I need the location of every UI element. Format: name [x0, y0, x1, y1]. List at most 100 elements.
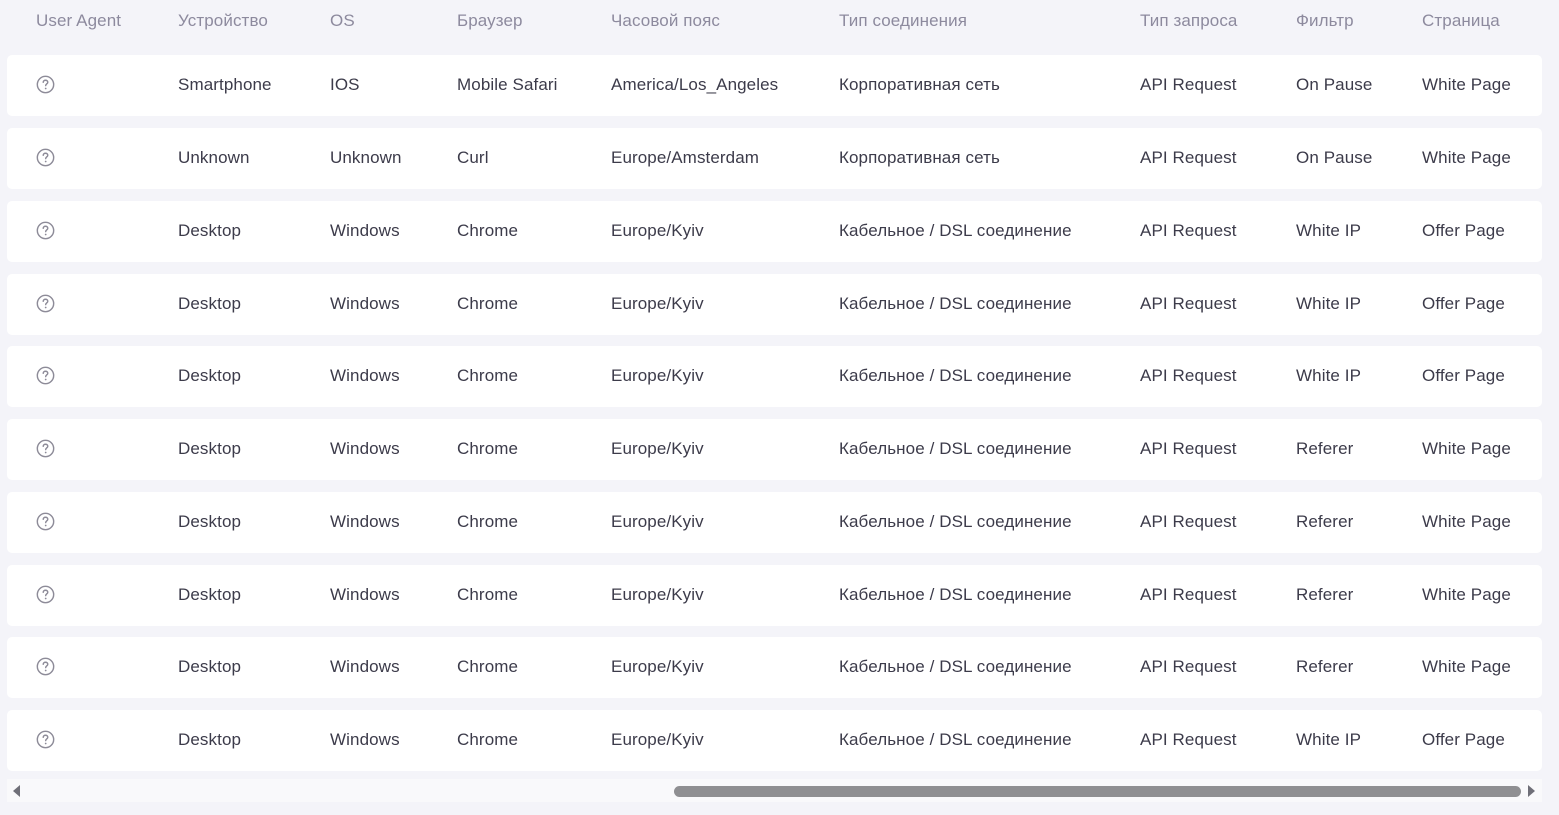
cell-connection-type: Корпоративная сеть	[839, 75, 1000, 94]
question-circle-icon[interactable]	[36, 657, 55, 676]
cell-page: Offer Page	[1422, 366, 1505, 385]
table-row[interactable]: Smartphone IOS Mobile Safari America/Los_An…	[7, 55, 1542, 116]
table-container: User Agent Устройство OS Браузер Часовой…	[0, 0, 1559, 815]
cell-request-type: API Request	[1140, 148, 1237, 167]
cell-connection-type: Кабельное / DSL соединение	[839, 657, 1072, 676]
question-circle-icon[interactable]	[36, 512, 55, 531]
cell-os: Windows	[330, 221, 400, 240]
cell-page: Offer Page	[1422, 294, 1505, 313]
column-header-connection-type[interactable]: Тип соединения	[839, 11, 967, 31]
column-header-user-agent[interactable]: User Agent	[36, 11, 121, 31]
cell-browser: Chrome	[457, 294, 519, 313]
cell-request-type: API Request	[1140, 366, 1237, 385]
cell-browser: Chrome	[457, 730, 519, 749]
cell-connection-type: Кабельное / DSL соединение	[839, 585, 1072, 604]
cell-browser: Chrome	[457, 366, 519, 385]
column-header-device[interactable]: Устройство	[178, 11, 268, 31]
cell-filter: Referer	[1296, 585, 1354, 604]
scrollbar-thumb[interactable]	[674, 786, 1521, 797]
cell-timezone: Europe/Kyiv	[611, 439, 704, 458]
table-row[interactable]: Desktop Windows Chrome Europe/Kyiv Кабельное…	[7, 201, 1542, 262]
table-row[interactable]: Desktop Windows Chrome Europe/Kyiv Кабельное…	[7, 492, 1542, 553]
cell-filter: Referer	[1296, 512, 1354, 531]
table-row[interactable]: Unknown Unknown Curl Europe/Amsterdam Корпор…	[7, 128, 1542, 189]
question-circle-icon[interactable]	[36, 75, 55, 94]
cell-os: Windows	[330, 512, 400, 531]
question-circle-icon[interactable]	[36, 730, 55, 749]
column-header-timezone[interactable]: Часовой пояс	[611, 11, 720, 31]
cell-request-type: API Request	[1140, 512, 1237, 531]
cell-device: Desktop	[178, 366, 242, 385]
cell-request-type: API Request	[1140, 221, 1237, 240]
cell-device: Smartphone	[178, 75, 272, 94]
table-row[interactable]: Desktop Windows Chrome Europe/Kyiv Кабельное…	[7, 274, 1542, 335]
question-circle-icon[interactable]	[36, 585, 55, 604]
cell-page: White Page	[1422, 585, 1511, 604]
cell-timezone: Europe/Amsterdam	[611, 148, 760, 167]
question-circle-icon[interactable]	[36, 294, 55, 313]
cell-filter: White IP	[1296, 221, 1362, 240]
cell-page: White Page	[1422, 439, 1511, 458]
cell-timezone: Europe/Kyiv	[611, 366, 704, 385]
column-header-filter[interactable]: Фильтр	[1296, 11, 1354, 31]
cell-device: Desktop	[178, 657, 242, 676]
cell-page: White Page	[1422, 75, 1511, 94]
arrow-left-icon[interactable]	[13, 785, 20, 797]
cell-device: Unknown	[178, 148, 250, 167]
cell-page: White Page	[1422, 657, 1511, 676]
table-row[interactable]: Desktop Windows Chrome Europe/Kyiv Кабельное…	[7, 419, 1542, 480]
column-header-browser[interactable]: Браузер	[457, 11, 523, 31]
column-header-page[interactable]: Страница	[1422, 11, 1500, 31]
table-row[interactable]: Desktop Windows Chrome Europe/Kyiv Кабельное…	[7, 710, 1542, 771]
cell-connection-type: Кабельное / DSL соединение	[839, 221, 1072, 240]
cell-timezone: Europe/Kyiv	[611, 512, 704, 531]
cell-timezone: Europe/Kyiv	[611, 730, 704, 749]
cell-connection-type: Кабельное / DSL соединение	[839, 366, 1072, 385]
cell-os: Windows	[330, 366, 400, 385]
table-row[interactable]: Desktop Windows Chrome Europe/Kyiv Кабельное…	[7, 565, 1542, 626]
cell-os: Windows	[330, 294, 400, 313]
question-circle-icon[interactable]	[36, 148, 55, 167]
cell-browser: Mobile Safari	[457, 75, 558, 94]
cell-connection-type: Кабельное / DSL соединение	[839, 439, 1072, 458]
cell-browser: Chrome	[457, 439, 519, 458]
cell-request-type: API Request	[1140, 439, 1237, 458]
cell-browser: Chrome	[457, 221, 519, 240]
cell-filter: White IP	[1296, 366, 1362, 385]
cell-filter: White IP	[1296, 294, 1362, 313]
cell-device: Desktop	[178, 439, 242, 458]
column-header-request-type[interactable]: Тип запроса	[1140, 11, 1237, 31]
cell-page: White Page	[1422, 148, 1511, 167]
cell-filter: On Pause	[1296, 148, 1373, 167]
table-row[interactable]: Desktop Windows Chrome Europe/Kyiv Кабельное…	[7, 637, 1542, 698]
cell-browser: Chrome	[457, 512, 519, 531]
cell-browser: Curl	[457, 148, 489, 167]
table-header: User Agent Устройство OS Браузер Часовой…	[0, 0, 1559, 44]
cell-browser: Chrome	[457, 585, 519, 604]
cell-device: Desktop	[178, 730, 242, 749]
cell-os: Unknown	[330, 148, 402, 167]
cell-connection-type: Кабельное / DSL соединение	[839, 294, 1072, 313]
table-row[interactable]: Desktop Windows Chrome Europe/Kyiv Кабельное…	[7, 346, 1542, 407]
cell-os: Windows	[330, 730, 400, 749]
arrow-right-icon[interactable]	[1528, 785, 1535, 797]
cell-connection-type: Кабельное / DSL соединение	[839, 512, 1072, 531]
cell-device: Desktop	[178, 221, 242, 240]
horizontal-scrollbar[interactable]	[7, 779, 1542, 802]
cell-browser: Chrome	[457, 657, 519, 676]
cell-device: Desktop	[178, 294, 242, 313]
cell-device: Desktop	[178, 512, 242, 531]
cell-request-type: API Request	[1140, 585, 1237, 604]
cell-filter: Referer	[1296, 439, 1354, 458]
cell-request-type: API Request	[1140, 75, 1237, 94]
cell-os: IOS	[330, 75, 360, 94]
cell-connection-type: Кабельное / DSL соединение	[839, 730, 1072, 749]
cell-page: White Page	[1422, 512, 1511, 531]
column-header-os[interactable]: OS	[330, 11, 355, 31]
question-circle-icon[interactable]	[36, 221, 55, 240]
question-circle-icon[interactable]	[36, 439, 55, 458]
cell-device: Desktop	[178, 585, 242, 604]
question-circle-icon[interactable]	[36, 366, 55, 385]
cell-os: Windows	[330, 657, 400, 676]
cell-os: Windows	[330, 439, 400, 458]
